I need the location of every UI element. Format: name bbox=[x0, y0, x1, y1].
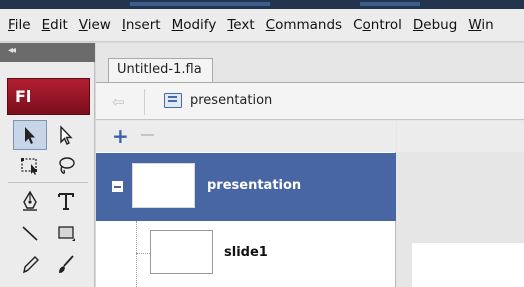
free-transform-tool-icon[interactable] bbox=[13, 150, 47, 180]
menu-bar: File Edit View Insert Modify Text Comman… bbox=[0, 9, 524, 42]
breadcrumb-label[interactable]: presentation bbox=[190, 93, 272, 108]
stage-canvas[interactable] bbox=[412, 243, 524, 287]
back-arrow-icon[interactable]: ⇦ bbox=[112, 93, 125, 111]
menu-view[interactable]: View bbox=[77, 17, 111, 33]
title-bar bbox=[0, 0, 524, 9]
menu-insert[interactable]: Insert bbox=[120, 17, 161, 33]
selection-tool-icon[interactable] bbox=[13, 120, 47, 150]
brush-tool-icon[interactable] bbox=[49, 249, 83, 279]
flash-logo: Fl bbox=[7, 78, 90, 115]
menu-modify[interactable]: Modify bbox=[170, 17, 217, 33]
menu-control[interactable]: Control bbox=[351, 17, 402, 33]
text-tool-icon[interactable] bbox=[49, 186, 83, 216]
tree-connector bbox=[136, 221, 137, 287]
screen-icon bbox=[164, 93, 182, 108]
tools-panel-header: ◂◂ bbox=[0, 43, 95, 62]
collapse-panel-icon[interactable]: ◂◂ bbox=[8, 45, 16, 56]
breadcrumb-divider bbox=[144, 89, 145, 115]
screen-outline-pane: + presentation slide1 bbox=[96, 121, 396, 287]
lasso-tool-icon[interactable] bbox=[49, 150, 83, 180]
document-tab[interactable]: Untitled-1.fla bbox=[108, 58, 213, 83]
menu-commands[interactable]: Commands bbox=[264, 17, 342, 33]
pen-tool-icon[interactable] bbox=[13, 186, 47, 216]
screen-thumbnail bbox=[132, 163, 195, 208]
add-screen-button[interactable]: + bbox=[112, 126, 129, 146]
subselection-tool-icon[interactable] bbox=[49, 120, 83, 150]
tools-divider bbox=[8, 182, 88, 183]
flash-window: File Edit View Insert Modify Text Comman… bbox=[0, 0, 524, 287]
stage-header bbox=[397, 121, 524, 152]
breadcrumb-bar: ⇦ presentation bbox=[96, 82, 524, 120]
pencil-tool-icon[interactable] bbox=[13, 249, 47, 279]
document-area: Untitled-1.fla ⇦ presentation + presenta… bbox=[96, 43, 524, 287]
screen-label[interactable]: slide1 bbox=[224, 245, 268, 260]
rectangle-tool-icon[interactable] bbox=[49, 218, 83, 248]
menu-file[interactable]: File bbox=[6, 17, 31, 33]
remove-screen-button[interactable] bbox=[141, 134, 154, 136]
stage-area bbox=[397, 121, 524, 287]
tools-panel: ◂◂ Fl bbox=[0, 43, 95, 287]
title-bar-highlight bbox=[360, 2, 420, 6]
outline-toolbar: + bbox=[96, 121, 396, 152]
collapse-toggle-icon[interactable] bbox=[112, 181, 123, 192]
screen-row-presentation[interactable]: presentation bbox=[96, 153, 396, 221]
menu-window[interactable]: Win bbox=[466, 17, 493, 33]
menu-edit[interactable]: Edit bbox=[40, 17, 68, 33]
tree-connector bbox=[136, 253, 150, 254]
screen-label: presentation bbox=[207, 178, 302, 193]
screen-thumbnail[interactable] bbox=[150, 230, 213, 274]
title-bar-highlight bbox=[130, 2, 270, 6]
line-tool-icon[interactable] bbox=[13, 218, 47, 248]
menu-text[interactable]: Text bbox=[225, 17, 254, 33]
menu-debug[interactable]: Debug bbox=[411, 17, 457, 33]
